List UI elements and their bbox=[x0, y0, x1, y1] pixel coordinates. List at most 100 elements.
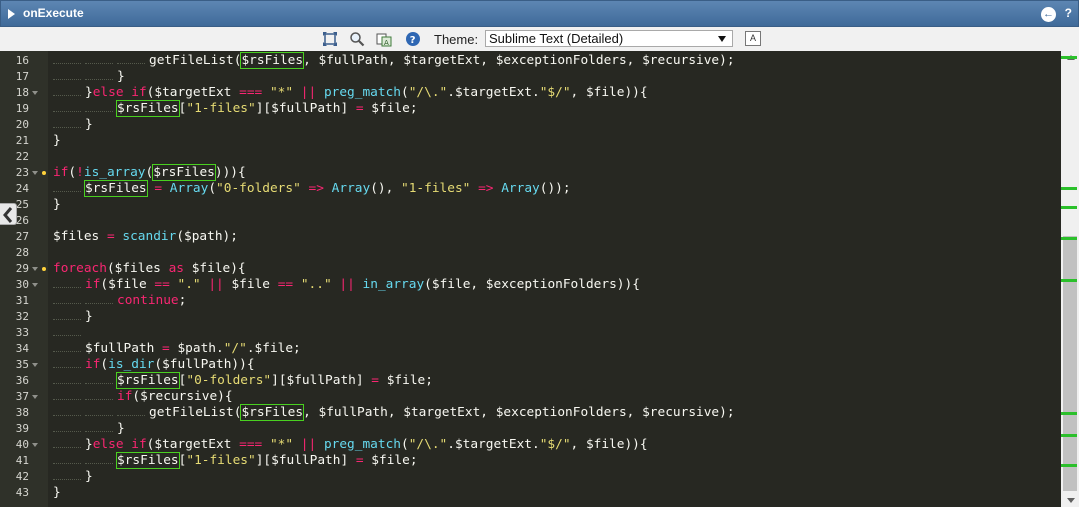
fold-arrow-icon[interactable] bbox=[32, 443, 38, 447]
search-match-marker bbox=[1061, 434, 1077, 437]
code-token: preg_match bbox=[323, 85, 401, 100]
scroll-thumb[interactable] bbox=[1063, 236, 1077, 491]
indent-guide bbox=[85, 375, 117, 384]
side-collapse-icon[interactable] bbox=[0, 203, 17, 225]
fold-arrow-icon[interactable] bbox=[32, 395, 38, 399]
code-text: if(!is_array($rsFiles))){ bbox=[53, 164, 246, 181]
info-icon[interactable]: ? bbox=[405, 31, 421, 47]
code-line[interactable]: 36 $rsFiles["0-folders"][$fullPath] = $fi… bbox=[0, 372, 1061, 389]
code-token: || bbox=[300, 437, 317, 452]
collapse-arrow-icon[interactable] bbox=[8, 9, 15, 19]
help-icon[interactable]: ? bbox=[1065, 6, 1072, 20]
code-line[interactable]: 43} bbox=[0, 485, 1061, 501]
search-icon[interactable] bbox=[349, 31, 365, 47]
code-token: if bbox=[117, 389, 133, 404]
search-match-marker bbox=[1061, 412, 1077, 415]
fold-arrow-icon[interactable] bbox=[32, 91, 38, 95]
indent-guide bbox=[53, 103, 85, 112]
code-token: ][$fullPath] bbox=[255, 101, 356, 116]
code-token: || bbox=[208, 277, 224, 292]
code-line[interactable]: 17} bbox=[0, 69, 1061, 85]
code-text: getFileList($rsFiles, $fullPath, $target… bbox=[53, 404, 735, 421]
highlighted-match: $rsFiles bbox=[116, 452, 180, 469]
indent-guide bbox=[53, 343, 85, 352]
code-token: ($path); bbox=[176, 229, 238, 244]
code-text: $fullPath = $path."/".$file; bbox=[53, 341, 301, 357]
code-token: $file){ bbox=[184, 261, 246, 276]
code-line[interactable]: 42} bbox=[0, 469, 1061, 485]
code-line[interactable]: 40}else if($targetExt === "*" || preg_ma… bbox=[0, 437, 1061, 453]
code-line[interactable]: 32} bbox=[0, 309, 1061, 325]
code-line[interactable]: 33 bbox=[0, 325, 1061, 341]
code-line[interactable]: 37 if($recursive){ bbox=[0, 389, 1061, 405]
fold-arrow-icon[interactable] bbox=[32, 283, 38, 287]
code-token: } bbox=[85, 309, 93, 324]
code-text: } bbox=[53, 309, 93, 325]
indent-guide bbox=[85, 55, 117, 64]
code-line[interactable]: 24 $rsFiles = Array("0-folders" => Array(… bbox=[0, 180, 1061, 197]
code-token: || bbox=[300, 85, 317, 100]
code-line[interactable]: 30 if($file == "." || $file == ".." || in… bbox=[0, 277, 1061, 293]
code-line[interactable]: 34 $fullPath = $path."/".$file; bbox=[0, 341, 1061, 357]
code-token: (), bbox=[370, 181, 402, 196]
code-line[interactable]: 41 $rsFiles["1-files"][$fullPath] = $file… bbox=[0, 452, 1061, 469]
fold-arrow-icon[interactable] bbox=[32, 363, 38, 367]
code-line[interactable]: 21} bbox=[0, 133, 1061, 149]
back-icon[interactable]: ← bbox=[1041, 7, 1056, 22]
indent-guide bbox=[53, 423, 85, 432]
line-number: 20 bbox=[15, 118, 29, 131]
code-token: if bbox=[53, 165, 69, 180]
line-number: 19 bbox=[15, 102, 29, 115]
code-token: => bbox=[478, 181, 494, 196]
code-token: = bbox=[106, 229, 115, 244]
code-line[interactable]: 31 continue; bbox=[0, 293, 1061, 309]
code-token: Array bbox=[331, 181, 371, 196]
code-token: $file bbox=[223, 277, 278, 292]
code-line[interactable]: 39} bbox=[0, 421, 1061, 437]
code-line[interactable]: 25} bbox=[0, 197, 1061, 213]
vertical-scrollbar[interactable] bbox=[1061, 51, 1079, 507]
code-line[interactable]: 38 getFileList($rsFiles, $fullPath, $targ… bbox=[0, 404, 1061, 421]
editor-toolbar: A ? Theme: Sublime Text (Detailed) A bbox=[0, 27, 1079, 52]
replace-icon[interactable]: A bbox=[376, 31, 392, 47]
code-line[interactable]: 16 getFileList($rsFiles, $fullPath, $targ… bbox=[0, 52, 1061, 69]
code-token: ( bbox=[400, 85, 409, 100]
theme-select[interactable]: Sublime Text (Detailed) bbox=[485, 30, 733, 47]
font-size-button[interactable]: A bbox=[745, 31, 761, 46]
code-line[interactable]: 23 if(!is_array($rsFiles))){ bbox=[0, 164, 1061, 181]
code-line[interactable]: 35 if(is_dir($fullPath)){ bbox=[0, 357, 1061, 373]
fold-arrow-icon[interactable] bbox=[32, 267, 38, 271]
code-line[interactable]: 22 bbox=[0, 149, 1061, 165]
code-line[interactable]: 29 foreach($files as $file){ bbox=[0, 261, 1061, 277]
code-text: } bbox=[53, 117, 93, 133]
panel-header[interactable]: onExecute ← ? bbox=[0, 0, 1079, 27]
code-text: } bbox=[53, 469, 93, 485]
code-line[interactable]: 19 $rsFiles["1-files"][$fullPath] = $file… bbox=[0, 100, 1061, 117]
code-text: $rsFiles = Array("0-folders" => Array(),… bbox=[53, 180, 571, 197]
code-token: preg_match bbox=[323, 437, 401, 452]
fullscreen-icon[interactable] bbox=[322, 31, 338, 47]
line-number: 39 bbox=[15, 422, 29, 435]
scroll-down-icon[interactable] bbox=[1061, 494, 1079, 507]
code-line[interactable]: 26 bbox=[0, 213, 1061, 229]
code-token: else if bbox=[92, 85, 147, 100]
code-line[interactable]: 28 bbox=[0, 245, 1061, 261]
line-number: 18 bbox=[15, 86, 29, 99]
code-editor[interactable]: 16 getFileList($rsFiles, $fullPath, $targ… bbox=[0, 51, 1061, 507]
code-line[interactable]: 18}else if($targetExt === "*" || preg_ma… bbox=[0, 85, 1061, 101]
indent-guide bbox=[53, 87, 85, 96]
code-line[interactable]: 27 $files = scandir($path); bbox=[0, 229, 1061, 245]
code-token: ( bbox=[208, 181, 217, 196]
code-token: else if bbox=[92, 437, 147, 452]
fold-arrow-icon[interactable] bbox=[32, 171, 38, 175]
indent-guide bbox=[85, 391, 117, 400]
code-line[interactable]: 20} bbox=[0, 117, 1061, 133]
bookmark-dot-icon bbox=[42, 267, 46, 271]
indent-guide bbox=[85, 455, 117, 464]
code-token: ][$fullPath] bbox=[255, 453, 356, 468]
